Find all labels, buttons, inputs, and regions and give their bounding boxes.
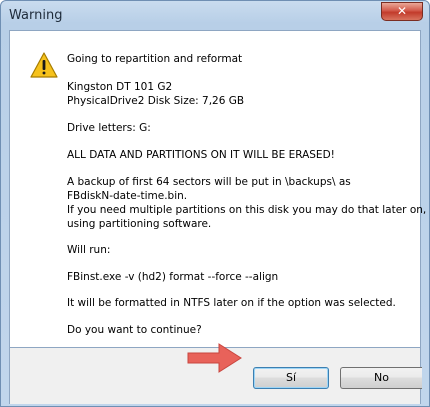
- yes-button[interactable]: Sí: [253, 367, 329, 389]
- message-line-question: Do you want to continue?: [67, 324, 202, 336]
- title-bar[interactable]: Warning ✕: [1, 1, 429, 29]
- message-line-intro: Going to repartition and reformat: [67, 53, 243, 65]
- message-line-erase-warning: ALL DATA AND PARTITIONS ON IT WILL BE ER…: [67, 149, 335, 161]
- message-line-partitions-2: using partitioning software.: [67, 218, 212, 230]
- close-button[interactable]: ✕: [381, 2, 423, 21]
- message-line-backup-1: A backup of first 64 sectors will be put…: [67, 176, 351, 188]
- message-line-command: FBinst.exe -v (hd2) format --force --ali…: [67, 271, 279, 283]
- message-area: Going to repartition and reformat Kingst…: [9, 30, 426, 348]
- message-line-will-run: Will run:: [67, 244, 111, 256]
- message-line-disk-size: PhysicalDrive2 Disk Size: 7,26 GB: [67, 95, 245, 107]
- window-title: Warning: [9, 8, 63, 23]
- message-line-partitions-1: If you need multiple partitions on this …: [67, 204, 427, 216]
- warning-icon: [30, 52, 58, 78]
- message-line-device: Kingston DT 101 G2: [67, 81, 173, 93]
- message-line-drive-letters: Drive letters: G:: [67, 122, 151, 134]
- no-button[interactable]: No: [340, 367, 422, 389]
- pointer-arrow: [187, 343, 242, 373]
- message-line-ntfs: It will be formatted in NTFS later on if…: [67, 297, 396, 309]
- close-icon: ✕: [396, 4, 408, 18]
- message-line-backup-2: FBdiskN-date-time.bin.: [67, 190, 188, 202]
